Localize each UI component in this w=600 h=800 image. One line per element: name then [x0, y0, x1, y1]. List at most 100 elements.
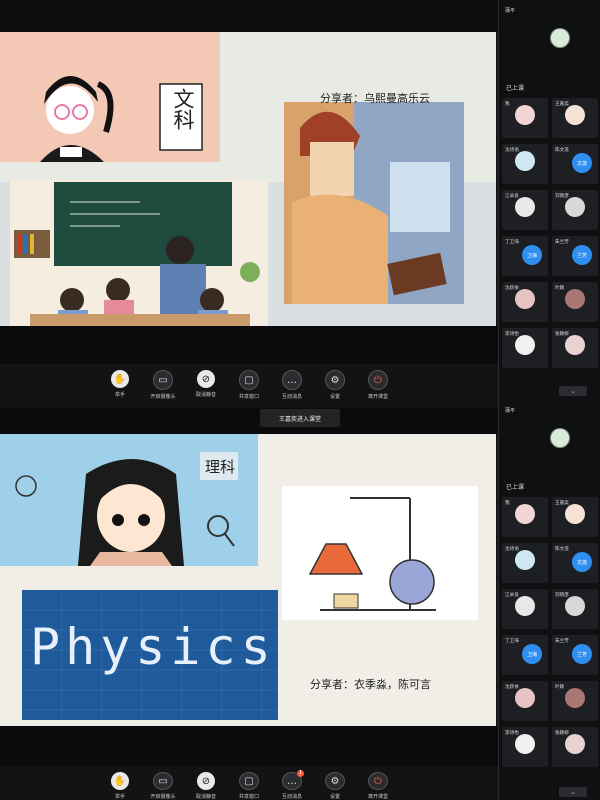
screen-share-icon: ▢	[239, 772, 259, 790]
participant-name: 丁卫海	[505, 639, 519, 644]
participant-initials-badge: 卫海	[522, 245, 542, 265]
participant-name: 我	[505, 102, 510, 107]
gear-icon: ⚙	[325, 772, 345, 790]
toolbar-label: 取消静音	[195, 794, 216, 800]
join-notice: 王嘉奕进入课堂	[260, 409, 340, 427]
participant-avatar	[565, 504, 585, 524]
participant-name: 江卓良	[505, 194, 519, 199]
participant-tile[interactable]: 叶颖	[552, 282, 598, 322]
participant-avatar	[565, 734, 585, 754]
participant-name: 丁卫海	[505, 240, 519, 245]
participant-name: 叶颖	[555, 685, 565, 690]
participant-initials-badge: 文莲	[572, 153, 592, 173]
camera-off-icon: ▭	[153, 370, 173, 390]
participant-tile[interactable]: 刘晓彦	[552, 589, 598, 629]
participant-tile[interactable]: 沈跃依	[502, 282, 548, 322]
participant-tile[interactable]: 沈诗语	[502, 543, 548, 583]
video-gap	[0, 408, 498, 434]
participant-tile[interactable]: 刘晓彦	[552, 190, 598, 230]
mic-off-icon: ⊘	[197, 370, 215, 388]
toolbar-label: 离开课堂	[367, 794, 388, 800]
power-icon: ⏻	[368, 370, 388, 390]
participant-initials-badge: 文莲	[572, 552, 592, 572]
participant-tile[interactable]: 我	[502, 98, 548, 138]
messages-button[interactable]: … 1 互动消息	[275, 766, 309, 800]
participant-tile[interactable]: 张颖妍	[552, 328, 598, 368]
participant-name: 沈诗语	[505, 547, 519, 552]
participant-tile[interactable]: 王嘉奕	[552, 98, 598, 138]
raise-hand-button[interactable]: ✋ 举手	[103, 364, 137, 408]
participant-name: 李诗怡	[505, 332, 519, 337]
collapse-button[interactable]: ⌄	[559, 386, 587, 396]
participant-tile[interactable]: 朱兰芳 兰芳	[552, 635, 598, 675]
participant-name: 刘晓彦	[555, 194, 569, 199]
participant-tile[interactable]: 王嘉奕	[552, 497, 598, 537]
participant-initials-badge: 兰芳	[572, 644, 592, 664]
toolbar-label: 共享窗口	[238, 394, 259, 400]
participant-tile[interactable]: 李诗怡	[502, 328, 548, 368]
participant-name: 沈跃依	[505, 685, 519, 690]
toolbar-label: 互动消息	[281, 794, 302, 800]
participant-sidebar: 蒲平 已上课 我王嘉奕 沈诗语 陈文莲 文莲 江卓良 刘晓彦 丁卫海 卫海 朱兰芳 兰芳 沈跃依 叶颖…	[498, 0, 600, 800]
host-video-tile[interactable]: 蒲平	[499, 400, 600, 472]
participant-name: 张颖妍	[555, 731, 569, 736]
share-window-button[interactable]: ▢ 共享窗口	[232, 766, 266, 800]
section-title: 已上课	[506, 484, 525, 491]
participant-tile[interactable]: 李诗怡	[502, 727, 548, 767]
slide-sharer-text: 分享者：衣季淼，陈可言	[310, 678, 431, 691]
unmute-button[interactable]: ⊘ 取消静音	[189, 364, 223, 408]
participant-avatar	[515, 335, 535, 355]
participant-tile[interactable]: 叶颖	[552, 681, 598, 721]
video-gap	[0, 326, 498, 364]
host-name: 蒲平	[505, 8, 516, 14]
participant-avatar	[515, 688, 535, 708]
camera-off-icon: ▭	[153, 772, 173, 790]
share-window-button[interactable]: ▢ 共享窗口	[232, 364, 266, 408]
settings-button[interactable]: ⚙ 设置	[318, 364, 352, 408]
collapse-button[interactable]: ⌄	[559, 787, 587, 797]
participant-name: 陈文莲	[555, 547, 569, 552]
hand-icon: ✋	[111, 370, 129, 388]
raise-hand-button[interactable]: ✋ 举手	[103, 766, 137, 800]
participant-avatar	[515, 504, 535, 524]
participant-tile[interactable]: 陈文莲 文莲	[552, 144, 598, 184]
participant-tile[interactable]: 陈文莲 文莲	[552, 543, 598, 583]
unmute-button[interactable]: ⊘ 取消静音	[189, 766, 223, 800]
participant-name: 张颖妍	[555, 332, 569, 337]
participant-tile[interactable]: 江卓良	[502, 589, 548, 629]
shared-slide-science: 理科 Physics 分享者：衣季淼，陈可言	[0, 434, 496, 726]
camera-button[interactable]: ▭ 开启摄像头	[146, 766, 180, 800]
toolbar-label: 举手	[114, 794, 125, 800]
settings-button[interactable]: ⚙ 设置	[318, 766, 352, 800]
hand-icon: ✋	[111, 772, 129, 790]
leave-class-button[interactable]: ⏻ 离开课堂	[361, 364, 395, 408]
slide-category-label: 文科	[171, 88, 195, 130]
participant-avatar	[515, 151, 535, 171]
toolbar-label: 互动消息	[281, 394, 302, 400]
toolbar-label: 离开课堂	[367, 394, 388, 400]
camera-button[interactable]: ▭ 开启摄像头	[146, 364, 180, 408]
participant-tile[interactable]: 丁卫海 卫海	[502, 635, 548, 675]
toolbar-label: 设置	[329, 394, 340, 400]
host-video-tile[interactable]: 蒲平	[499, 0, 600, 72]
participant-name: 王嘉奕	[555, 102, 569, 107]
participant-tile[interactable]: 我	[502, 497, 548, 537]
participant-avatar	[515, 734, 535, 754]
participant-tile[interactable]: 江卓良	[502, 190, 548, 230]
participant-initials-badge: 卫海	[522, 644, 542, 664]
leave-class-button[interactable]: ⏻ 离开课堂	[361, 766, 395, 800]
toolbar-label: 设置	[329, 794, 340, 800]
toolbar-label: 举手	[114, 392, 125, 398]
participant-tile[interactable]: 沈跃依	[502, 681, 548, 721]
participant-tile[interactable]: 丁卫海 卫海	[502, 236, 548, 276]
section-title: 已上课	[506, 85, 525, 92]
screen-share-icon: ▢	[239, 370, 259, 390]
participant-avatar	[565, 596, 585, 616]
messages-button[interactable]: … 互动消息	[275, 364, 309, 408]
participant-tile[interactable]: 张颖妍	[552, 727, 598, 767]
participant-name: 沈诗语	[505, 148, 519, 153]
participant-tile[interactable]: 沈诗语	[502, 144, 548, 184]
participant-name: 朱兰芳	[555, 240, 569, 245]
host-name: 蒲平	[505, 408, 516, 414]
participant-tile[interactable]: 朱兰芳 兰芳	[552, 236, 598, 276]
